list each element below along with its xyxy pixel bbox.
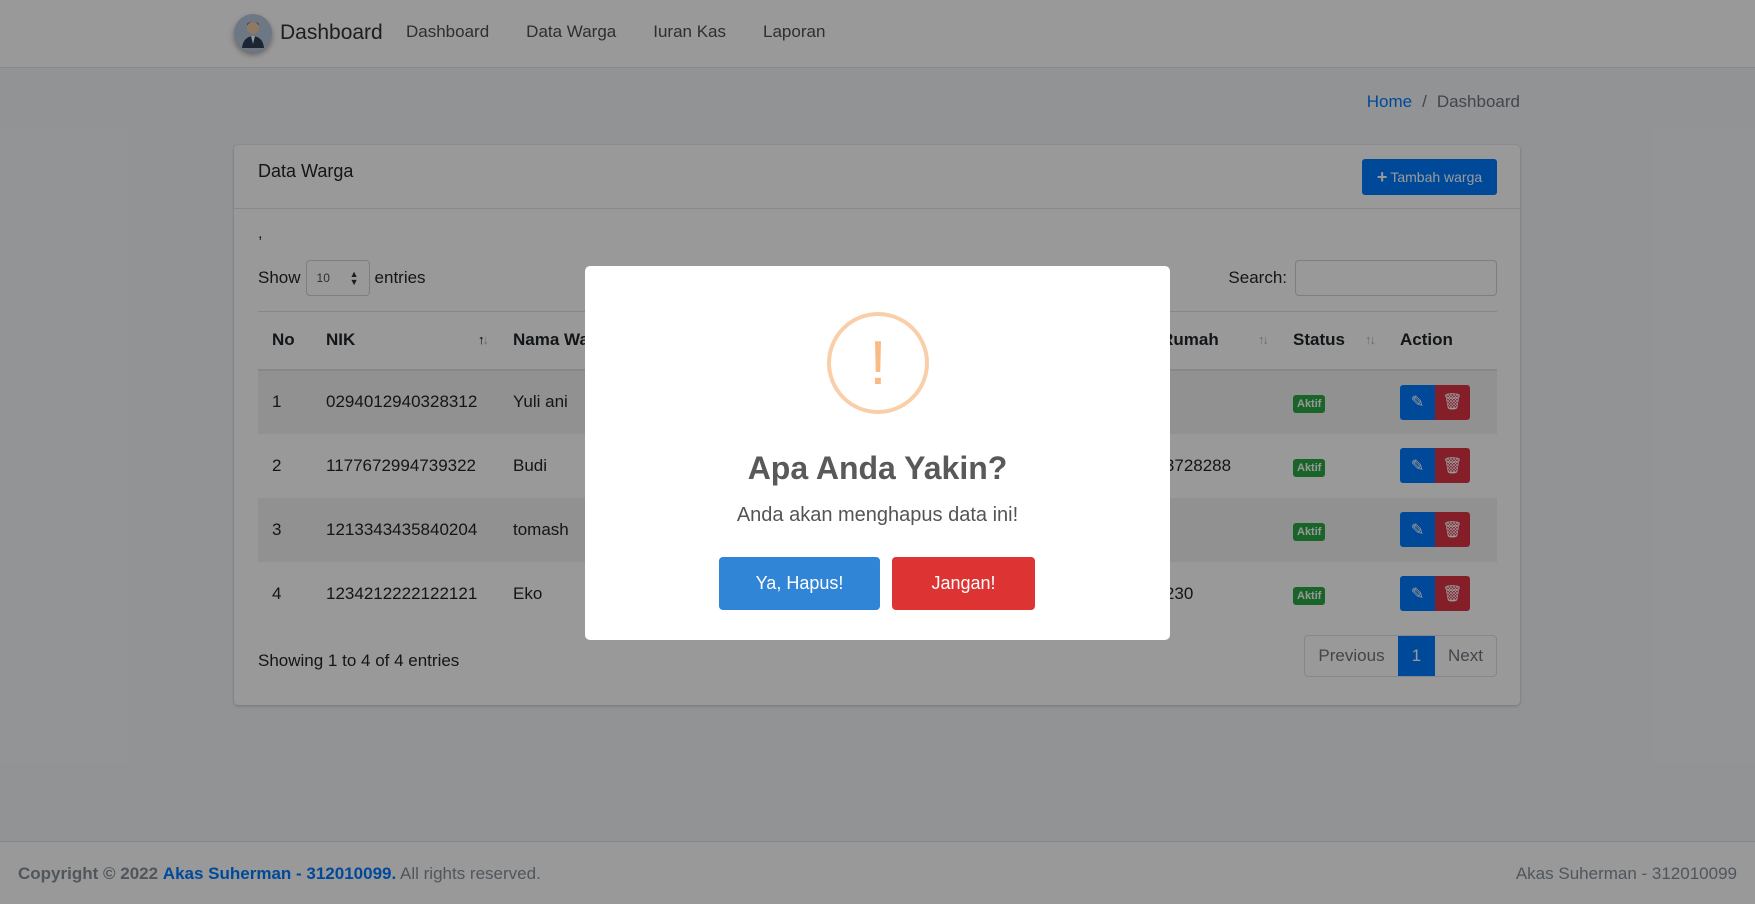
- cancel-delete-button[interactable]: Jangan!: [892, 557, 1035, 610]
- confirm-delete-dialog: ! Apa Anda Yakin? Anda akan menghapus da…: [585, 266, 1170, 640]
- dialog-text: Anda akan menghapus data ini!: [736, 504, 1019, 526]
- confirm-delete-button[interactable]: Ya, Hapus!: [719, 557, 880, 610]
- dialog-title: Apa Anda Yakin?: [747, 450, 1008, 486]
- warning-icon: !: [827, 312, 929, 414]
